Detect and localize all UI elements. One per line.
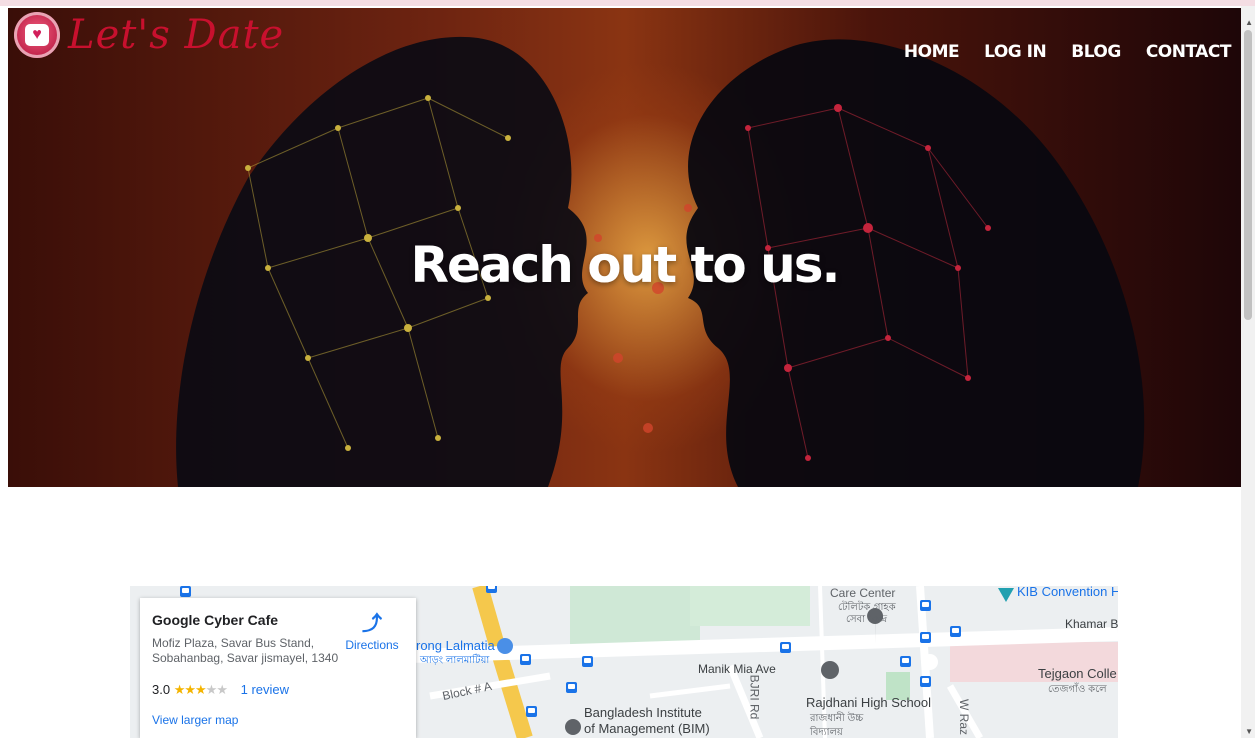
bus-stop-icon (900, 656, 911, 667)
scroll-down-icon[interactable]: ▼ (1245, 727, 1253, 736)
bus-stop-icon (526, 706, 537, 717)
main-nav: HOME LOG IN BLOG CONTACT (904, 42, 1232, 62)
brand-logo[interactable]: ♥ Let's Date (14, 12, 284, 58)
directions-button[interactable]: ⤴ Directions (344, 614, 400, 652)
scroll-up-icon[interactable]: ▲ (1245, 18, 1253, 27)
map-label-tejgaon: Tejgaon Colle (1038, 666, 1117, 681)
map-label-bim-2: of Management (BIM) (584, 721, 710, 736)
map-label-care-center: Care Center (830, 586, 896, 600)
directions-icon: ⤴ (362, 613, 382, 635)
bus-stop-icon (920, 632, 931, 643)
directions-label: Directions (345, 638, 399, 652)
star-empty-icon: ★★ (205, 682, 228, 697)
map-label-bjri: BJRI Rd (747, 674, 762, 720)
map-label-khamar: Khamar Ba (1065, 617, 1118, 631)
place-rating: 3.0 ★★★★★ 1 review (152, 682, 289, 698)
map-label-lalmatia: rong Lalmatia (416, 638, 495, 653)
bus-stop-icon (920, 676, 931, 687)
reviews-link[interactable]: 1 review (241, 682, 289, 697)
star-icon: ★★★ (173, 682, 207, 697)
bus-stop-icon (950, 626, 961, 637)
brand-name: Let's Date (68, 12, 285, 58)
place-info-card: Google Cyber Cafe Mofiz Plaza, Savar Bus… (140, 598, 416, 738)
bus-stop-icon (566, 682, 577, 693)
page-scrollbar[interactable]: ▲ ▼ (1241, 6, 1255, 738)
place-address: Mofiz Plaza, Savar Bus Stand, Sobahanbag… (152, 636, 339, 665)
map-label-rajdhani-bn2: বিদ্যালয় (810, 727, 843, 738)
map-label-tejgaon-bn: তেজগাঁও কলে (1048, 684, 1107, 695)
bus-stop-icon (780, 642, 791, 653)
map-label-rajdhani: Rajdhani High School (806, 695, 932, 710)
map-label-manik: Manik Mia Ave (698, 662, 776, 676)
nav-contact[interactable]: CONTACT (1146, 42, 1232, 62)
bus-stop-icon (920, 600, 931, 611)
bus-stop-icon (582, 656, 593, 667)
map-label-lalmatia-bn: আড়ং লালমাটিয়া (420, 655, 490, 666)
bus-stop-icon (180, 586, 191, 597)
map-label-care-center-bn2: সেবা কেন্দ্র (846, 614, 888, 625)
hero-title: Reach out to us. (410, 235, 840, 294)
nav-home[interactable]: HOME (904, 42, 960, 62)
rating-value: 3.0 (152, 682, 171, 697)
bus-stop-icon (486, 586, 497, 593)
embedded-map[interactable]: Care Center টেলিটক গ্রাহক সেবা কেন্দ্র K… (130, 586, 1118, 738)
map-label-w-raz: W Raz (957, 699, 971, 735)
scroll-thumb[interactable] (1244, 30, 1252, 320)
hero-banner: ♥ Let's Date HOME LOG IN BLOG CONTACT Re… (8, 8, 1241, 487)
bus-stop-icon (520, 654, 531, 665)
top-strip (0, 0, 1255, 6)
nav-login[interactable]: LOG IN (984, 42, 1047, 62)
heart-icon: ♥ (14, 12, 60, 58)
map-label-kib: KIB Convention H (1017, 586, 1118, 599)
map-label-bim-1: Bangladesh Institute (584, 705, 702, 720)
place-name: Google Cyber Cafe (152, 612, 279, 628)
view-larger-map-link[interactable]: View larger map (152, 713, 238, 727)
nav-blog[interactable]: BLOG (1071, 42, 1121, 62)
